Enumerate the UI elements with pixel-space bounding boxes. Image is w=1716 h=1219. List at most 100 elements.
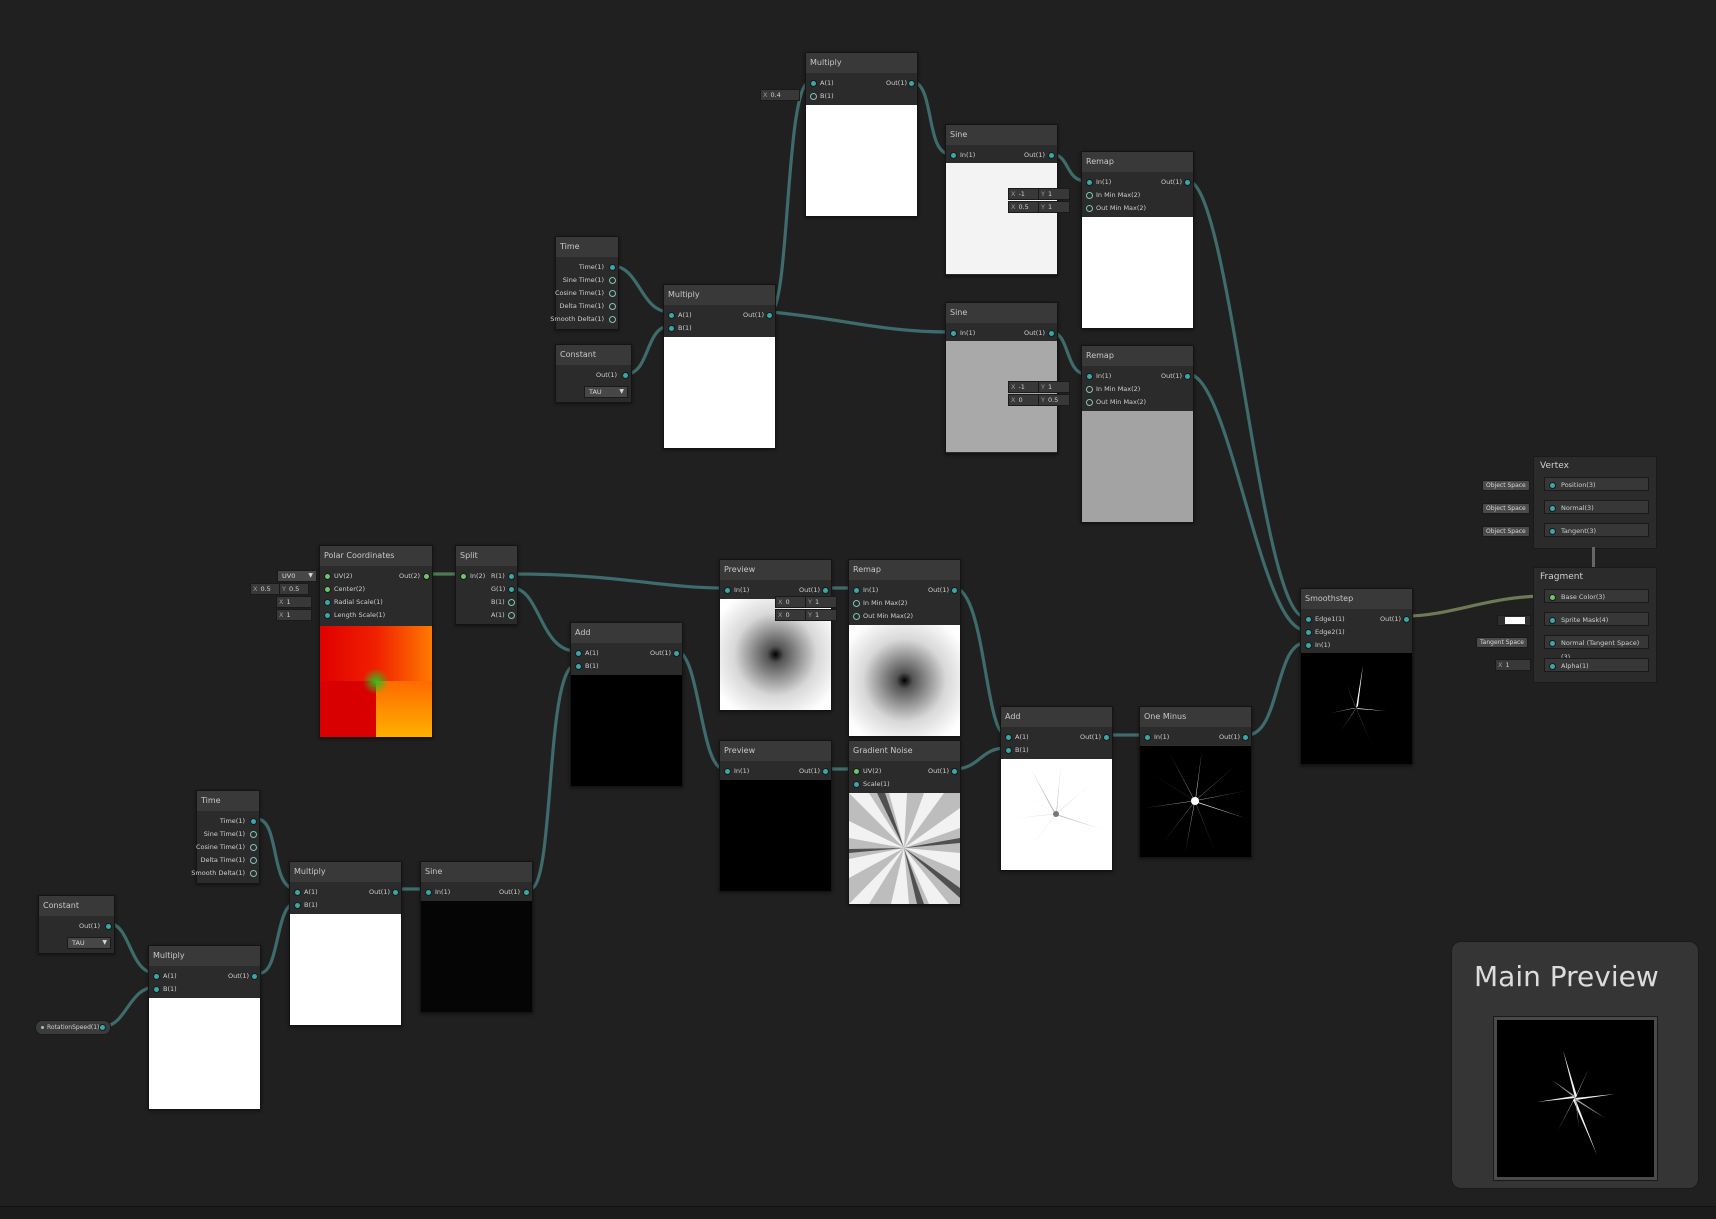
output-port[interactable] <box>523 889 530 896</box>
constant-node-top[interactable]: Constant Out(1) TAU ▼ <box>555 344 632 403</box>
output-port[interactable] <box>423 573 430 580</box>
main-preview-panel[interactable]: Main Preview <box>1451 941 1699 1189</box>
remap-mid-in-max-field[interactable]: Y1 <box>1038 381 1070 393</box>
input-port-a[interactable] <box>1005 734 1012 741</box>
input-port-uv[interactable] <box>853 768 860 775</box>
input-port-a[interactable] <box>575 650 582 657</box>
input-port[interactable] <box>425 889 432 896</box>
input-port-a[interactable] <box>668 312 675 319</box>
input-port[interactable] <box>1144 734 1151 741</box>
output-port[interactable] <box>251 973 258 980</box>
input-port[interactable] <box>724 587 731 594</box>
input-port[interactable] <box>1549 617 1556 624</box>
remap-top-in-min-field[interactable]: X -1 <box>1008 188 1040 200</box>
output-port[interactable] <box>609 316 616 323</box>
remap-node-top[interactable]: Remap In(1) In Min Max(2) Out Min Max(2)… <box>1081 151 1194 329</box>
output-port[interactable] <box>622 372 629 379</box>
input-port-in-min-max[interactable] <box>1086 192 1093 199</box>
tangent-slot[interactable]: Tangent(3) <box>1544 523 1649 537</box>
output-port[interactable] <box>609 303 616 310</box>
input-port-b[interactable] <box>1005 747 1012 754</box>
input-port-uv[interactable] <box>324 573 331 580</box>
input-port[interactable] <box>1086 373 1093 380</box>
alpha-value-field[interactable]: X1 <box>1495 659 1531 671</box>
output-port[interactable] <box>1403 616 1410 623</box>
input-port-edge1[interactable] <box>1305 616 1312 623</box>
input-port-b[interactable] <box>153 986 160 993</box>
output-port[interactable] <box>250 818 257 825</box>
constant-select[interactable]: TAU ▼ <box>67 937 111 949</box>
input-port-a[interactable] <box>294 889 301 896</box>
preview-node-low[interactable]: Preview In(1) Out(1) <box>719 740 832 892</box>
input-port-in-min-max[interactable] <box>1086 386 1093 393</box>
multiply-node-bottom-mid[interactable]: Multiply A(1) B(1) Out(1) <box>289 861 402 1026</box>
output-port[interactable] <box>99 1024 106 1031</box>
input-port-b[interactable] <box>668 325 675 332</box>
sine-node-mid[interactable]: Sine In(1) Out(1) <box>945 302 1058 454</box>
input-port[interactable] <box>1549 505 1556 512</box>
output-port[interactable] <box>822 768 829 775</box>
alpha-slot[interactable]: Alpha(1) <box>1544 658 1649 672</box>
output-port[interactable] <box>951 768 958 775</box>
remap-top-out-max-field[interactable]: Y1 <box>1038 201 1070 213</box>
output-port[interactable] <box>822 587 829 594</box>
output-port-r[interactable] <box>508 573 515 580</box>
input-port[interactable] <box>950 152 957 159</box>
output-port[interactable] <box>105 923 112 930</box>
radial-scale-field[interactable]: X1 <box>276 596 312 608</box>
input-port-out-min-max[interactable] <box>1086 205 1093 212</box>
input-port-length-scale[interactable] <box>324 612 331 619</box>
split-node[interactable]: Split In(2) R(1) G(1) B(1) A(1) <box>455 545 518 625</box>
input-port-center[interactable] <box>324 586 331 593</box>
output-port-g[interactable] <box>508 586 515 593</box>
input-port-in[interactable] <box>1305 642 1312 649</box>
remap-low-in-min-field[interactable]: X0 <box>775 596 807 608</box>
length-scale-field[interactable]: X1 <box>276 609 312 621</box>
remap-node-low[interactable]: Remap In(1) In Min Max(2) Out Min Max(2)… <box>848 559 961 737</box>
remap-low-out-max-field[interactable]: Y1 <box>805 609 837 621</box>
input-port[interactable] <box>853 587 860 594</box>
output-port[interactable] <box>1184 179 1191 186</box>
remap-top-out-min-field[interactable]: X 0.5 <box>1008 201 1040 213</box>
time-node-top[interactable]: Time Time(1) Sine Time(1) Cosine Time(1)… <box>550 236 619 330</box>
normal-slot[interactable]: Normal(3) <box>1544 500 1649 514</box>
multiply-node-top[interactable]: Multiply A(1) B(1) Out(1) <box>805 52 918 217</box>
time-node-bottom[interactable]: Time Time(1) Sine Time(1) Cosine Time(1)… <box>191 790 260 884</box>
input-port[interactable] <box>460 573 467 580</box>
output-port[interactable] <box>609 277 616 284</box>
preview-node-top[interactable]: Preview In(1) Out(1) <box>719 559 832 711</box>
normal-slot[interactable]: Normal (Tangent Space)(3) <box>1544 635 1649 661</box>
uv-channel-select[interactable]: UV0 ▼ <box>277 570 317 582</box>
sine-node-top[interactable]: Sine In(1) Out(1) <box>945 124 1058 276</box>
output-port-b[interactable] <box>508 599 515 606</box>
center-y-field[interactable]: Y 0.5 <box>279 583 309 595</box>
remap-low-out-min-field[interactable]: X0 <box>775 609 807 621</box>
output-port[interactable] <box>250 831 257 838</box>
input-port-edge2[interactable] <box>1305 629 1312 636</box>
multiply-node-bottom[interactable]: Multiply A(1) B(1) Out(1) <box>148 945 261 1110</box>
input-port-radial-scale[interactable] <box>324 599 331 606</box>
remap-top-in-max-field[interactable]: Y1 <box>1038 188 1070 200</box>
output-port[interactable] <box>766 312 773 319</box>
center-x-field[interactable]: X 0.5 <box>250 583 280 595</box>
multiply-b-x-field[interactable]: X 0.4 <box>760 89 800 101</box>
input-port-scale[interactable] <box>853 781 860 788</box>
sprite-mask-color-swatch[interactable] <box>1497 615 1531 626</box>
one-minus-node[interactable]: One Minus In(1) Out(1) <box>1139 706 1252 858</box>
input-port-b[interactable] <box>810 93 817 100</box>
remap-node-mid[interactable]: Remap In(1) In Min Max(2) Out Min Max(2)… <box>1081 345 1194 523</box>
output-port[interactable] <box>250 844 257 851</box>
position-slot[interactable]: Position(3) <box>1544 477 1649 491</box>
output-port[interactable] <box>392 889 399 896</box>
add-node-left[interactable]: Add A(1) B(1) Out(1) <box>570 622 683 787</box>
output-port[interactable] <box>1242 734 1249 741</box>
rotation-speed-property[interactable]: RotationSpeed(1) <box>35 1020 111 1035</box>
input-port-b[interactable] <box>575 663 582 670</box>
output-port-a[interactable] <box>508 612 515 619</box>
constant-node-bottom[interactable]: Constant Out(1) TAU ▼ <box>38 895 115 954</box>
remap-mid-out-min-field[interactable]: X0 <box>1008 394 1040 406</box>
output-port[interactable] <box>951 587 958 594</box>
input-port-out-min-max[interactable] <box>1086 399 1093 406</box>
output-port[interactable] <box>1048 152 1055 159</box>
main-preview-viewport[interactable] <box>1493 1016 1658 1181</box>
